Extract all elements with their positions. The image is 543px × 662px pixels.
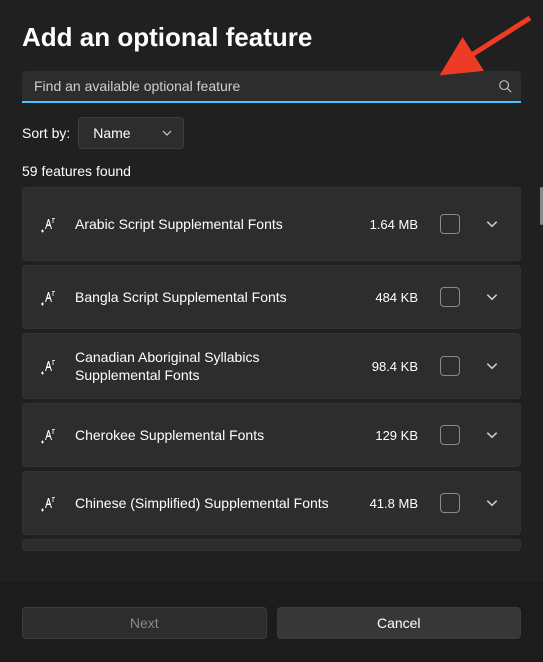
feature-checkbox[interactable]: [440, 425, 460, 445]
feature-name: Chinese (Simplified) Supplemental Fonts: [75, 494, 340, 512]
list-item[interactable]: Canadian Aboriginal Syllabics Supplement…: [22, 333, 521, 399]
font-icon: [35, 493, 63, 513]
search-input[interactable]: [22, 71, 489, 101]
sort-row: Sort by: Name: [0, 103, 543, 153]
feature-size: 1.64 MB: [352, 217, 418, 232]
results-count: 59 features found: [0, 153, 543, 187]
feature-checkbox[interactable]: [440, 493, 460, 513]
button-bar: Next Cancel: [0, 582, 543, 662]
list-item[interactable]: Arabic Script Supplemental Fonts 1.64 MB: [22, 187, 521, 261]
chevron-down-icon[interactable]: [478, 352, 506, 380]
feature-checkbox[interactable]: [440, 356, 460, 376]
search-field[interactable]: [22, 71, 521, 103]
search-icon[interactable]: [489, 70, 521, 102]
chevron-down-icon[interactable]: [478, 489, 506, 517]
feature-checkbox[interactable]: [440, 287, 460, 307]
list-item[interactable]: Cherokee Supplemental Fonts 129 KB: [22, 403, 521, 467]
feature-name: Arabic Script Supplemental Fonts: [75, 215, 340, 233]
feature-name: Bangla Script Supplemental Fonts: [75, 288, 340, 306]
feature-name: Canadian Aboriginal Syllabics Supplement…: [75, 348, 340, 384]
feature-checkbox[interactable]: [440, 214, 460, 234]
sort-select[interactable]: Name: [78, 117, 183, 149]
dialog-title: Add an optional feature: [0, 0, 543, 65]
feature-size: 41.8 MB: [352, 496, 418, 511]
feature-size: 98.4 KB: [352, 359, 418, 374]
chevron-down-icon[interactable]: [478, 210, 506, 238]
chevron-down-icon: [161, 127, 173, 139]
feature-name: Cherokee Supplemental Fonts: [75, 426, 340, 444]
font-icon: [35, 214, 63, 234]
list-item[interactable]: Chinese (Simplified) Supplemental Fonts …: [22, 471, 521, 535]
next-button[interactable]: Next: [22, 607, 267, 639]
feature-size: 129 KB: [352, 428, 418, 443]
cancel-button[interactable]: Cancel: [277, 607, 522, 639]
sort-by-label: Sort by:: [22, 125, 70, 141]
feature-size: 484 KB: [352, 290, 418, 305]
sort-selected-value: Name: [93, 125, 130, 141]
feature-list: Arabic Script Supplemental Fonts 1.64 MB…: [0, 187, 543, 573]
font-icon: [35, 356, 63, 376]
font-icon: [35, 287, 63, 307]
chevron-down-icon[interactable]: [478, 421, 506, 449]
list-item[interactable]: Bangla Script Supplemental Fonts 484 KB: [22, 265, 521, 329]
chevron-down-icon[interactable]: [478, 283, 506, 311]
font-icon: [35, 425, 63, 445]
list-item[interactable]: [22, 539, 521, 551]
